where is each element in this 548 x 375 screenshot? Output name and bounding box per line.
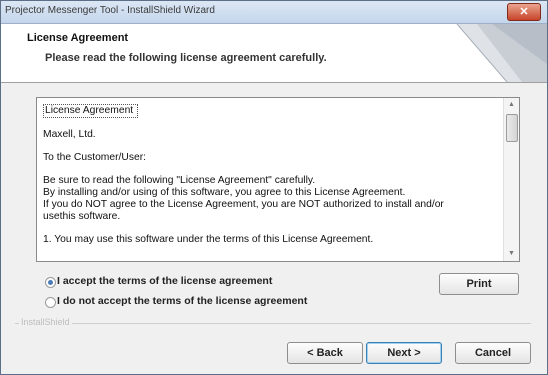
license-line: By installing and/or using of this softw… [43,187,406,198]
license-line: 1. You may use this software under the t… [43,234,374,245]
decline-radio-label[interactable]: I do not accept the terms of the license… [57,295,307,307]
window-title: Projector Messenger Tool - InstallShield… [5,5,215,16]
license-line: To the Customer/User: [43,152,147,163]
header-graphic-icon [456,24,547,82]
license-line: License Agreement [43,104,139,118]
next-button[interactable]: Next > [366,342,442,364]
wizard-header: License Agreement Please read the follow… [1,24,547,83]
license-text: License Agreement Maxell, Ltd. To the Cu… [43,104,503,246]
scroll-up-icon[interactable]: ▲ [504,98,519,112]
license-scrollbar[interactable]: ▲ ▼ [503,98,519,261]
license-line: Maxell, Ltd. [43,129,96,140]
license-line: Be sure to read the following "License A… [43,175,316,186]
print-button[interactable]: Print [439,273,519,295]
header-title: License Agreement [27,32,129,44]
installshield-label: InstallShield [19,317,72,327]
installer-window: Projector Messenger Tool - InstallShield… [0,0,548,375]
license-line: usethis software. [43,211,121,222]
license-line: If you do NOT agree to the License Agree… [43,199,444,210]
close-icon: ✕ [519,6,529,18]
header-subtitle: Please read the following license agreem… [45,52,327,64]
scroll-down-icon[interactable]: ▼ [504,247,519,261]
accept-radio-label[interactable]: I accept the terms of the license agreem… [57,275,272,287]
accept-radio[interactable] [45,277,56,288]
scroll-thumb[interactable] [506,114,518,142]
decline-radio[interactable] [45,297,56,308]
cancel-button[interactable]: Cancel [455,342,531,364]
license-textbox[interactable]: License Agreement Maxell, Ltd. To the Cu… [36,97,520,262]
title-bar: Projector Messenger Tool - InstallShield… [1,1,547,24]
close-button[interactable]: ✕ [507,3,541,21]
footer-divider [15,323,531,324]
back-button[interactable]: < Back [287,342,363,364]
